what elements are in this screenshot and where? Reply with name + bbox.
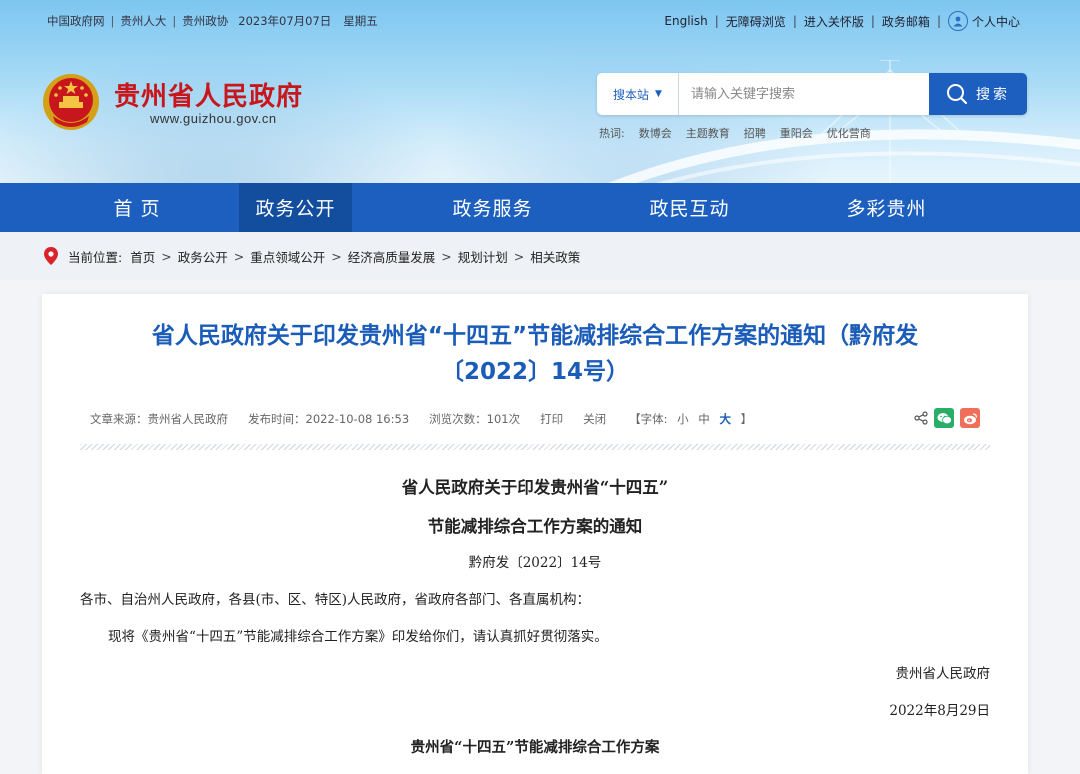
link-gz-npc[interactable]: 贵州人大 — [120, 13, 166, 29]
breadcrumb: 当前位置: 首页 > 政务公开 > 重点领域公开 > 经济高质量发展 > 规划计… — [0, 232, 1080, 280]
link-gz-cppcc[interactable]: 贵州政协 — [182, 13, 228, 29]
hot-word[interactable]: 主题教育 — [686, 125, 730, 141]
title-divider — [80, 444, 990, 450]
nav-gov-services[interactable]: 政务服务 — [394, 183, 591, 232]
doc-signature: 贵州省人民政府 — [895, 666, 991, 682]
nav-colorful-guizhou[interactable]: 多彩贵州 — [788, 183, 985, 232]
article-source: 文章来源：贵州省人民政府 — [90, 412, 228, 426]
user-icon — [947, 11, 968, 31]
header-banner: 中国政府网 | 贵州人大 | 贵州政协 2023年07月07日 星期五 Engl… — [0, 0, 1080, 183]
article-card: 省人民政府关于印发贵州省“十四五”节能减排综合工作方案的通知（黔府发 〔2022… — [42, 294, 1028, 774]
font-size-medium[interactable]: 中 — [698, 412, 710, 426]
breadcrumb-item[interactable]: 首页 — [130, 247, 155, 266]
link-gov-mail[interactable]: 政务邮箱 — [882, 13, 930, 30]
wechat-icon — [937, 412, 952, 424]
share-icon[interactable] — [914, 411, 928, 425]
breadcrumb-item[interactable]: 重点领域公开 — [250, 247, 325, 266]
hot-word[interactable]: 优化营商 — [827, 125, 871, 141]
article-title-line1: 省人民政府关于印发贵州省“十四五”节能减排综合工作方案的通知（黔府发 — [151, 323, 919, 349]
search-button[interactable]: 搜索 — [929, 73, 1027, 115]
search-icon — [947, 84, 968, 105]
nav-gov-affairs-open[interactable]: 政务公开 — [239, 183, 352, 232]
doc-attachment-heading: 贵州省“十四五”节能减排综合工作方案 — [410, 739, 660, 756]
current-date: 2023年07月07日 — [238, 14, 332, 28]
hot-word[interactable]: 重阳会 — [780, 125, 813, 141]
main-nav: 首页 政务公开 政务服务 政民互动 多彩贵州 — [0, 183, 1080, 232]
font-size-large[interactable]: 大 — [719, 412, 731, 426]
article-title: 省人民政府关于印发贵州省“十四五”节能减排综合工作方案的通知（黔府发 〔2022… — [112, 318, 958, 390]
weibo-share-icon[interactable] — [960, 408, 980, 428]
search-input[interactable] — [679, 73, 929, 115]
article-views: 浏览次数：101次 — [429, 412, 521, 426]
print-link[interactable]: 打印 — [540, 411, 563, 427]
site-url: www.guizhou.gov.cn — [150, 111, 277, 126]
link-gov-china[interactable]: 中国政府网 — [47, 13, 105, 29]
current-weekday: 星期五 — [343, 14, 378, 28]
national-emblem-logo — [43, 74, 99, 130]
wechat-share-icon[interactable] — [934, 408, 954, 428]
nav-public-interaction[interactable]: 政民互动 — [591, 183, 788, 232]
doc-heading-line2: 节能减排综合工作方案的通知 — [427, 517, 643, 536]
breadcrumb-item[interactable]: 相关政策 — [530, 247, 580, 266]
breadcrumb-label: 当前位置: — [68, 249, 123, 265]
doc-recipients: 各市、自治州人民政府，各县(市、区、特区)人民政府，省政府各部门、各直属机构： — [80, 592, 591, 608]
article-publish-time: 发布时间：2022-10-08 16:53 — [248, 412, 410, 426]
search-button-label: 搜索 — [976, 87, 1010, 103]
search-scope-label: 搜本站 — [613, 87, 650, 102]
hot-words-label: 热词: — [599, 127, 625, 140]
doc-date: 2022年8月29日 — [889, 703, 990, 719]
breadcrumb-item[interactable]: 规划计划 — [458, 247, 508, 266]
top-links-right: English | 无障碍浏览 | 进入关怀版 | 政务邮箱 | 个人中心 — [664, 11, 1020, 31]
article-title-line2: 〔2022〕14号） — [440, 359, 630, 385]
close-link[interactable]: 关闭 — [583, 411, 606, 427]
link-personal-center[interactable]: 个人中心 — [947, 11, 1020, 31]
hot-words: 热词: 数博会 主题教育 招聘 重阳会 优化营商 — [599, 125, 871, 141]
personal-center-label: 个人中心 — [971, 14, 1020, 29]
share-tools — [914, 408, 980, 428]
doc-heading-line1: 省人民政府关于印发贵州省“十四五” — [401, 478, 669, 497]
font-size-small[interactable]: 小 — [677, 412, 689, 426]
nav-home[interactable]: 首页 — [42, 183, 239, 232]
link-care-mode[interactable]: 进入关怀版 — [804, 13, 864, 30]
search-bar: 搜本站 ▼ 搜索 — [597, 73, 1027, 115]
article-meta: 文章来源：贵州省人民政府 发布时间：2022-10-08 16:53 浏览次数：… — [90, 411, 755, 427]
breadcrumb-item[interactable]: 经济高质量发展 — [348, 247, 436, 266]
top-links-left: 中国政府网 | 贵州人大 | 贵州政协 2023年07月07日 星期五 — [47, 13, 378, 29]
hot-word[interactable]: 招聘 — [744, 125, 766, 141]
site-name[interactable]: 贵州省人民政府 — [114, 76, 303, 113]
link-accessible[interactable]: 无障碍浏览 — [726, 13, 786, 30]
chevron-down-icon: ▼ — [655, 89, 662, 99]
breadcrumb-item[interactable]: 政务公开 — [178, 247, 228, 266]
font-size-switcher: 【字体: 小 中 大 】 — [629, 412, 753, 426]
search-scope-select[interactable]: 搜本站 ▼ — [597, 73, 679, 115]
weibo-icon — [963, 412, 977, 424]
link-english[interactable]: English — [664, 14, 707, 28]
hot-word[interactable]: 数博会 — [639, 125, 672, 141]
doc-number: 黔府发〔2022〕14号 — [468, 555, 602, 571]
doc-body-paragraph: 现将《贵州省“十四五”节能减排综合工作方案》印发给你们，请认真抓好贯彻落实。 — [108, 629, 608, 645]
location-pin-icon — [44, 247, 58, 265]
